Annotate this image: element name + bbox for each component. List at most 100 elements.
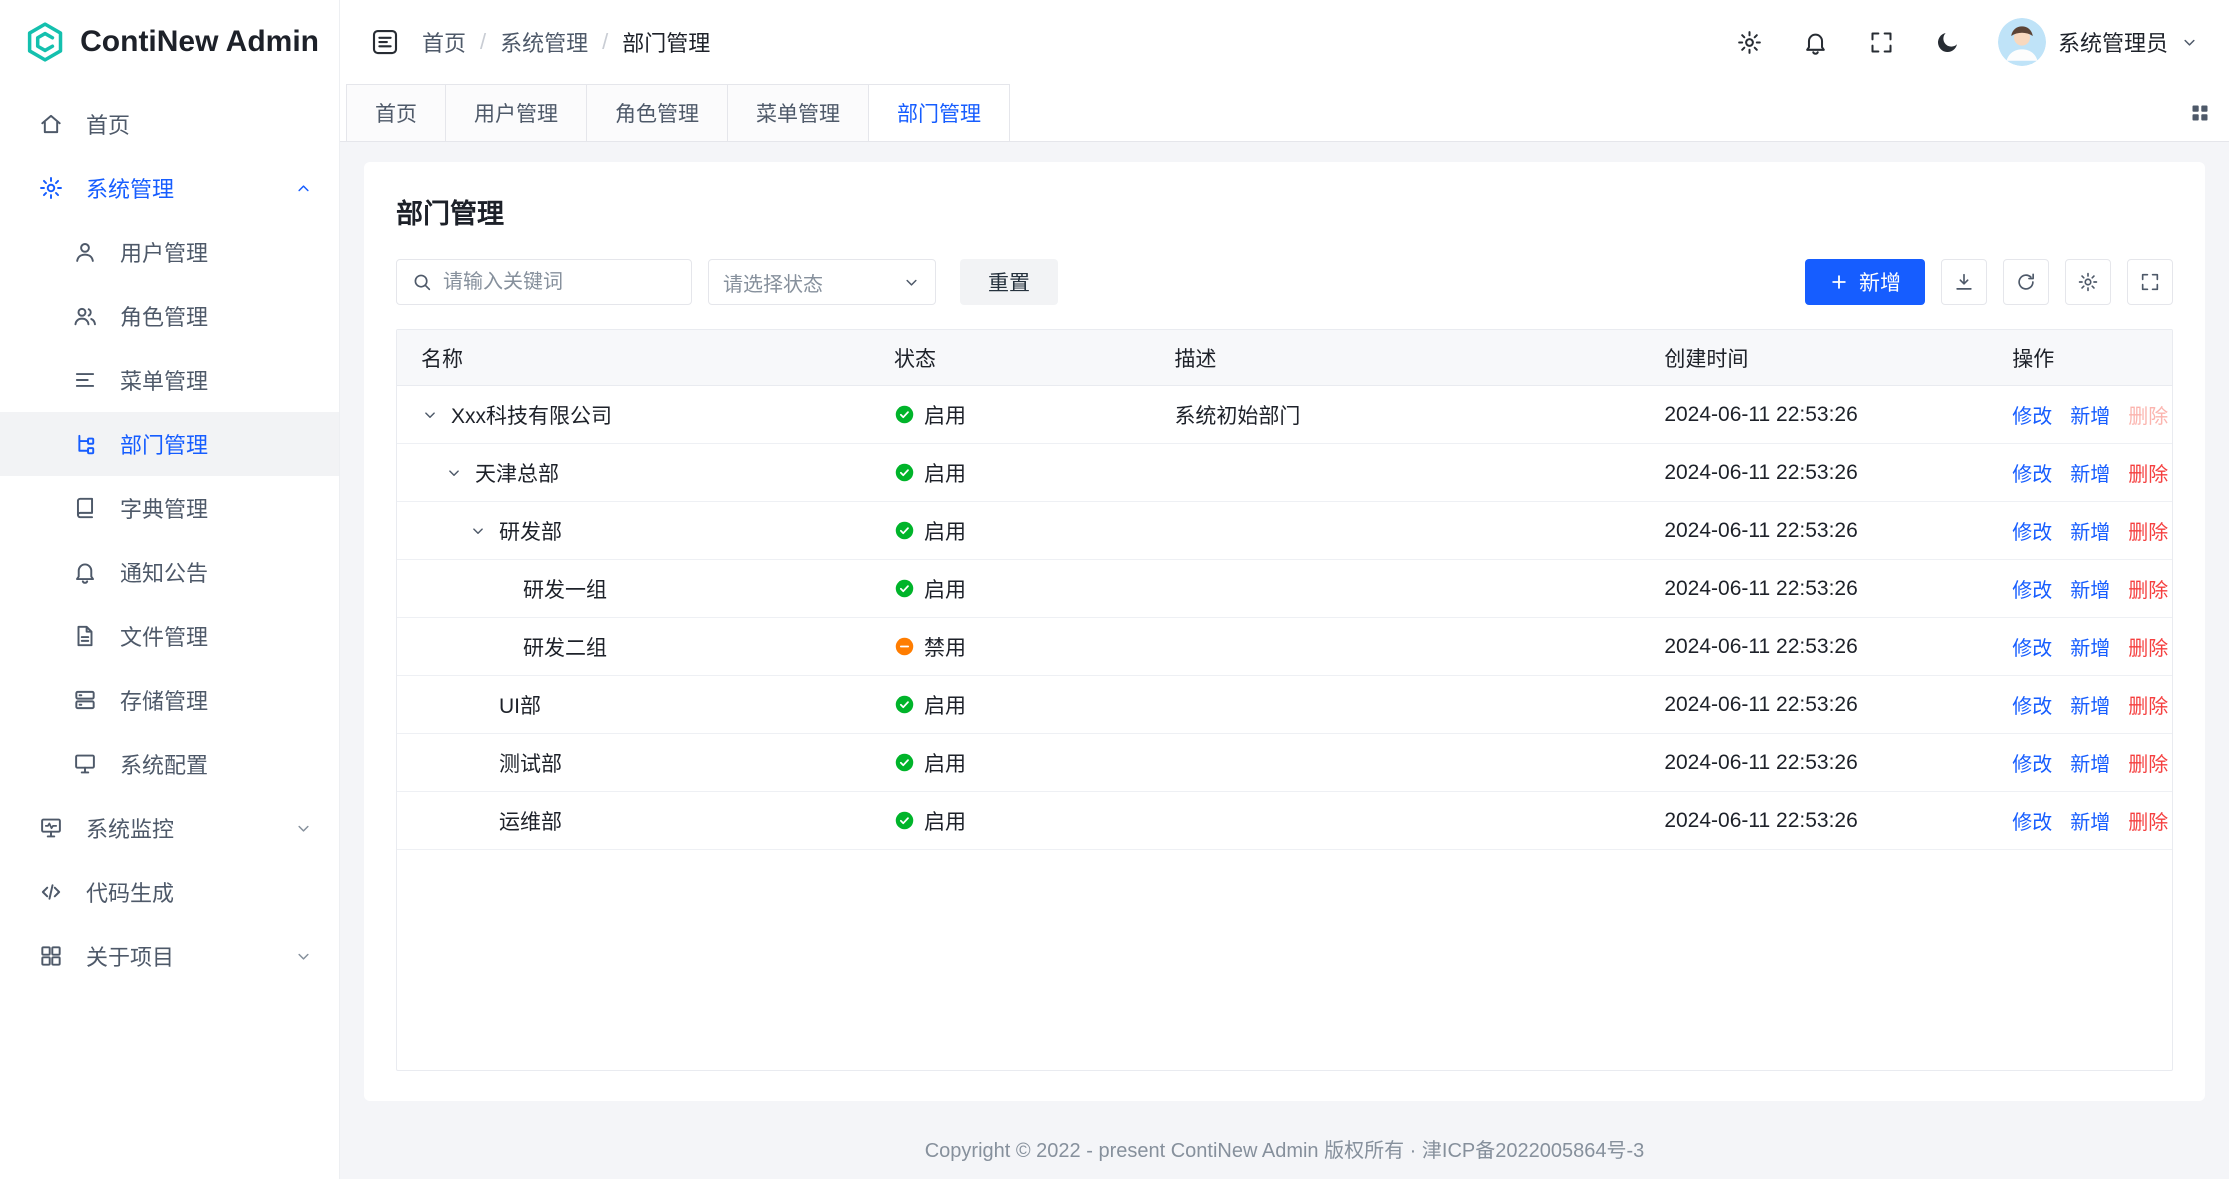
edit-link[interactable]: 修改 bbox=[2012, 574, 2052, 603]
tab-5[interactable]: 部门管理 bbox=[868, 84, 1010, 141]
status-select[interactable]: 请选择状态 bbox=[708, 259, 936, 305]
edit-link[interactable]: 修改 bbox=[2012, 458, 2052, 487]
tab-label: 部门管理 bbox=[897, 98, 981, 128]
breadcrumb-item[interactable]: 首页 bbox=[422, 26, 466, 58]
sidebar-item-role-mgmt[interactable]: 角色管理 bbox=[0, 284, 339, 348]
add-link[interactable]: 新增 bbox=[2070, 748, 2110, 777]
chevron-down-icon bbox=[469, 522, 487, 540]
sidebar-item-dept-mgmt[interactable]: 部门管理 bbox=[0, 412, 339, 476]
sidebar-item-system[interactable]: 系统管理 bbox=[0, 156, 339, 220]
delete-link[interactable]: 删除 bbox=[2128, 748, 2168, 777]
sidebar-item-home[interactable]: 首页 bbox=[0, 92, 339, 156]
sidebar: ContiNew Admin 首页系统管理用户管理角色管理菜单管理部门管理字典管… bbox=[0, 0, 340, 1179]
app-title: ContiNew Admin bbox=[80, 25, 319, 59]
user-icon bbox=[72, 239, 98, 265]
reset-button[interactable]: 重置 bbox=[960, 259, 1058, 305]
chevron-down-icon bbox=[902, 273, 921, 292]
table-row: 研发二组 禁用 2024-06-11 22:53:26 修改 新增 删除 bbox=[397, 618, 2172, 676]
grid-icon bbox=[2188, 101, 2212, 125]
column-settings-button[interactable] bbox=[2065, 259, 2111, 305]
tree-indent bbox=[421, 588, 523, 589]
check-circle-icon bbox=[894, 404, 915, 425]
status-badge: 启用 bbox=[894, 748, 966, 778]
status-badge: 启用 bbox=[894, 806, 966, 836]
edit-link[interactable]: 修改 bbox=[2012, 516, 2052, 545]
settings-button[interactable] bbox=[1730, 22, 1770, 62]
topbar-actions bbox=[1730, 22, 1968, 62]
expand-toggle[interactable] bbox=[445, 464, 475, 482]
cell-status: 启用 bbox=[894, 748, 1174, 778]
page-title: 部门管理 bbox=[396, 192, 2173, 231]
cell-actions: 修改 新增 删除 bbox=[2012, 632, 2172, 661]
add-link[interactable]: 新增 bbox=[2070, 632, 2110, 661]
check-circle-icon bbox=[894, 578, 915, 599]
delete-link[interactable]: 删除 bbox=[2128, 806, 2168, 835]
file-icon bbox=[72, 623, 98, 649]
cell-actions: 修改 新增 删除 bbox=[2012, 748, 2172, 777]
topbar: 首页/系统管理/部门管理 系统管理员 bbox=[340, 0, 2229, 84]
search-input[interactable] bbox=[443, 271, 677, 294]
tab-1[interactable]: 首页 bbox=[346, 84, 446, 141]
table-fullscreen-button[interactable] bbox=[2127, 259, 2173, 305]
sidebar-collapse-button[interactable] bbox=[362, 19, 408, 65]
search-icon bbox=[411, 271, 433, 293]
edit-link[interactable]: 修改 bbox=[2012, 690, 2052, 719]
tab-3[interactable]: 角色管理 bbox=[586, 84, 728, 141]
tree-indent bbox=[421, 820, 499, 821]
tab-2[interactable]: 用户管理 bbox=[445, 84, 587, 141]
delete-link[interactable]: 删除 bbox=[2128, 458, 2168, 487]
add-link[interactable]: 新增 bbox=[2070, 400, 2110, 429]
sidebar-item-user-mgmt[interactable]: 用户管理 bbox=[0, 220, 339, 284]
breadcrumb-separator: / bbox=[602, 29, 608, 55]
add-link[interactable]: 新增 bbox=[2070, 516, 2110, 545]
fullscreen-button[interactable] bbox=[1862, 22, 1902, 62]
sidebar-item-dict-mgmt[interactable]: 字典管理 bbox=[0, 476, 339, 540]
edit-link[interactable]: 修改 bbox=[2012, 400, 2052, 429]
tab-4[interactable]: 菜单管理 bbox=[727, 84, 869, 141]
sidebar-item-storage-mgmt[interactable]: 存储管理 bbox=[0, 668, 339, 732]
gear-icon bbox=[2077, 271, 2099, 293]
edit-link[interactable]: 修改 bbox=[2012, 748, 2052, 777]
expand-toggle[interactable] bbox=[421, 406, 451, 424]
delete-link[interactable]: 删除 bbox=[2128, 574, 2168, 603]
tab-options-button[interactable] bbox=[2171, 84, 2229, 141]
edit-link[interactable]: 修改 bbox=[2012, 806, 2052, 835]
sidebar-item-system-config[interactable]: 系统配置 bbox=[0, 732, 339, 796]
breadcrumb-item[interactable]: 系统管理 bbox=[500, 26, 588, 58]
sidebar-item-label: 系统监控 bbox=[86, 812, 272, 844]
refresh-button[interactable] bbox=[2003, 259, 2049, 305]
status-label: 启用 bbox=[924, 690, 966, 720]
delete-link[interactable]: 删除 bbox=[2128, 632, 2168, 661]
add-link[interactable]: 新增 bbox=[2070, 458, 2110, 487]
column-header-created-at: 创建时间 bbox=[1664, 343, 2012, 373]
add-link[interactable]: 新增 bbox=[2070, 690, 2110, 719]
cell-created-at: 2024-06-11 22:53:26 bbox=[1664, 577, 2012, 601]
cell-status: 启用 bbox=[894, 400, 1174, 430]
delete-link[interactable]: 删除 bbox=[2128, 690, 2168, 719]
notifications-button[interactable] bbox=[1796, 22, 1836, 62]
sidebar-item-menu-mgmt[interactable]: 菜单管理 bbox=[0, 348, 339, 412]
expand-toggle[interactable] bbox=[469, 522, 499, 540]
add-link[interactable]: 新增 bbox=[2070, 806, 2110, 835]
sidebar-item-label: 角色管理 bbox=[120, 300, 313, 332]
cell-created-at: 2024-06-11 22:53:26 bbox=[1664, 809, 2012, 833]
user-menu[interactable]: 系统管理员 bbox=[1998, 18, 2199, 66]
sidebar-item-codegen[interactable]: 代码生成 bbox=[0, 860, 339, 924]
sidebar-item-monitor[interactable]: 系统监控 bbox=[0, 796, 339, 860]
cell-created-at: 2024-06-11 22:53:26 bbox=[1664, 635, 2012, 659]
sidebar-item-about[interactable]: 关于项目 bbox=[0, 924, 339, 988]
add-link[interactable]: 新增 bbox=[2070, 574, 2110, 603]
column-header-status: 状态 bbox=[894, 343, 1174, 373]
sidebar-item-file-mgmt[interactable]: 文件管理 bbox=[0, 604, 339, 668]
export-button[interactable] bbox=[1941, 259, 1987, 305]
sidebar-item-notice[interactable]: 通知公告 bbox=[0, 540, 339, 604]
edit-link[interactable]: 修改 bbox=[2012, 632, 2052, 661]
delete-link[interactable]: 删除 bbox=[2128, 516, 2168, 545]
theme-toggle-button[interactable] bbox=[1928, 22, 1968, 62]
cell-actions: 修改 新增 删除 bbox=[2012, 690, 2172, 719]
cell-name: UI部 bbox=[397, 690, 894, 720]
check-circle-icon bbox=[894, 752, 915, 773]
cell-created-at: 2024-06-11 22:53:26 bbox=[1664, 751, 2012, 775]
add-button[interactable]: 新增 bbox=[1805, 259, 1925, 305]
avatar-icon bbox=[1998, 18, 2046, 66]
